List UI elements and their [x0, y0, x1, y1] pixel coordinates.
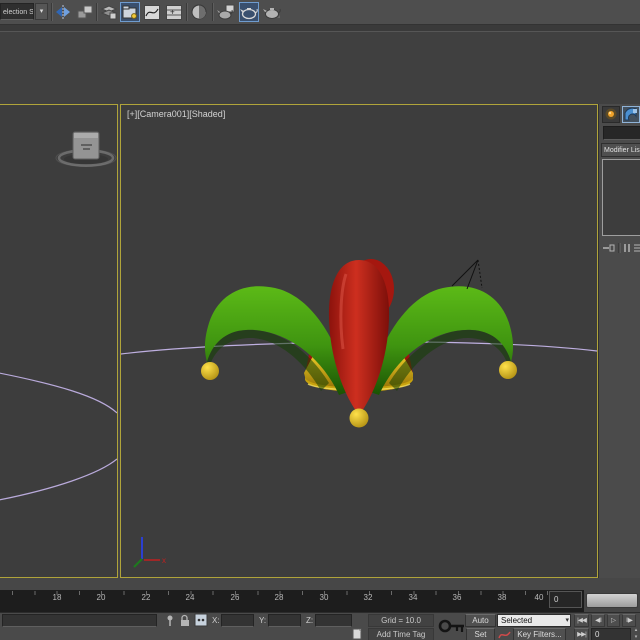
- key-filter-selection-dropdown[interactable]: Selected ▾: [497, 614, 571, 627]
- named-selection-set-field[interactable]: election Se: [0, 3, 34, 20]
- camera-viewport-scene: x: [121, 259, 597, 568]
- next-frame-button[interactable]: ‖▶: [622, 614, 636, 627]
- svg-text:x: x: [162, 556, 166, 565]
- y-coord-label: Y:: [259, 616, 267, 625]
- ribbon-collapsed-strip: [0, 25, 640, 32]
- material-editor-icon[interactable]: [189, 2, 209, 22]
- time-tag-icon[interactable]: [352, 628, 363, 640]
- goto-end-button[interactable]: ▶▶|: [574, 628, 589, 640]
- frame-tick: 26: [230, 593, 240, 602]
- mirror-icon[interactable]: [53, 2, 73, 22]
- 3dsmax-window: election Se ▾ +: [0, 0, 640, 640]
- frame-tick: 36: [452, 593, 462, 602]
- x-coord-label: X:: [212, 616, 220, 625]
- frame-tick: 20: [96, 593, 106, 602]
- selection-set-dropdown-arrow-icon[interactable]: ▾: [35, 3, 48, 20]
- current-frame-field[interactable]: 0: [591, 628, 631, 640]
- viewport-left[interactable]: [0, 104, 118, 578]
- set-keys-key-icon[interactable]: [438, 616, 466, 638]
- stack-tools-row: [601, 240, 640, 256]
- modifier-stack-list[interactable]: [602, 159, 640, 236]
- track-bar[interactable]: 18 20 22 24 26 28 30 32 34 36 38 40: [0, 590, 584, 612]
- viewport-camera[interactable]: [+][Camera001][Shaded] x: [120, 104, 598, 578]
- frame-tick: 38: [497, 593, 507, 602]
- track-bar-frame-box[interactable]: 0: [549, 591, 582, 608]
- goto-start-button[interactable]: |◀◀: [574, 614, 589, 627]
- scene-explorer-icon[interactable]: [120, 2, 140, 22]
- viewport-label[interactable]: [+][Camera001][Shaded]: [127, 109, 225, 119]
- frame-tick: 18: [52, 593, 62, 602]
- toolbar-separator: [186, 3, 188, 21]
- toolbar-separator: [212, 3, 214, 21]
- selection-lock-icon[interactable]: [178, 614, 191, 627]
- frame-tick: 40: [534, 593, 544, 602]
- key-filters-button[interactable]: Key Filters...: [513, 628, 566, 640]
- play-button[interactable]: ▷: [607, 614, 620, 627]
- viewport-timeline-gap: [0, 578, 640, 590]
- align-icon[interactable]: [75, 2, 95, 22]
- z-coord-label: Z:: [306, 616, 314, 625]
- frame-tick: 30: [319, 593, 329, 602]
- set-key-button[interactable]: Set Key: [466, 628, 495, 640]
- render-production-icon[interactable]: [262, 2, 282, 22]
- frame-tick: 28: [274, 593, 284, 602]
- grid-size-display: Grid = 10.0: [368, 614, 434, 627]
- modifier-list-dropdown[interactable]: Modifier Lis: [601, 143, 640, 157]
- y-coord-field[interactable]: [268, 614, 301, 627]
- pin-icon[interactable]: [164, 614, 176, 627]
- absolute-mode-icon[interactable]: [194, 613, 208, 627]
- helper-object[interactable]: [55, 131, 117, 167]
- add-time-tag-button[interactable]: Add Time Tag: [368, 628, 434, 640]
- maxscript-mini-listener[interactable]: [2, 614, 157, 627]
- frame-tick: 32: [363, 593, 373, 602]
- scrollbar-thumb[interactable]: [586, 593, 638, 608]
- status-bar: X: Y: Z: Grid = 10.0 Auto Key Selected ▾…: [0, 612, 640, 640]
- z-coord-field[interactable]: [315, 614, 352, 627]
- frame-tick: 34: [408, 593, 418, 602]
- frame-spinner[interactable]: ▴ ▾: [632, 627, 640, 640]
- dropdown-arrow-icon: ▾: [565, 617, 569, 624]
- object-name-field[interactable]: [603, 126, 640, 140]
- auto-key-button[interactable]: Auto Key: [465, 614, 496, 637]
- curve-editor-icon[interactable]: [142, 2, 162, 22]
- frame-tick: 24: [185, 593, 195, 602]
- render-setup-icon[interactable]: [216, 2, 236, 22]
- manage-layers-icon[interactable]: [98, 2, 118, 22]
- ribbon-empty-area: [0, 32, 640, 104]
- svg-text:+: +: [170, 7, 175, 16]
- schematic-view-icon[interactable]: +: [164, 2, 184, 22]
- tab-create[interactable]: [602, 106, 620, 123]
- frame-tick: 22: [141, 593, 151, 602]
- previous-frame-button[interactable]: ◀‖: [591, 614, 605, 627]
- tab-modify[interactable]: [622, 106, 640, 123]
- x-coord-field[interactable]: [221, 614, 254, 627]
- selected-value: Selected: [501, 616, 533, 625]
- key-mode-curve-icon[interactable]: [498, 628, 511, 640]
- world-axis-icon: x: [133, 537, 166, 568]
- stack-tool-icons[interactable]: [601, 240, 640, 256]
- wire-helper-marker[interactable]: [451, 259, 483, 290]
- spinner-up-icon[interactable]: ▴: [632, 627, 640, 634]
- rendered-frame-window-icon[interactable]: [239, 2, 259, 22]
- left-viewport-scene: [0, 131, 117, 501]
- command-panel: Modifier Lis: [598, 104, 640, 578]
- spinner-down-icon[interactable]: ▾: [632, 634, 640, 640]
- main-toolbar: election Se ▾ +: [0, 0, 640, 25]
